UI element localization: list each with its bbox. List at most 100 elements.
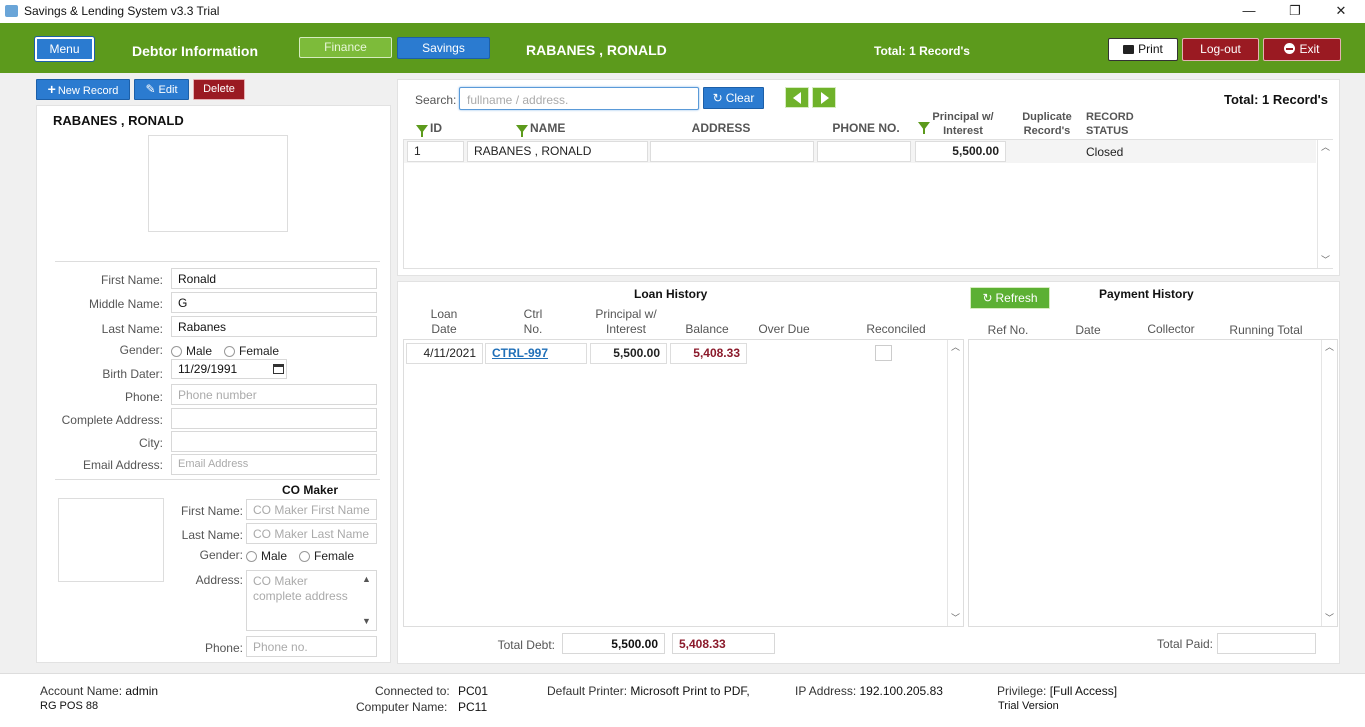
address-label: Complete Address: [61, 413, 163, 427]
col-balance: Balance [685, 322, 729, 336]
birth-date-label: Birth Dater: [102, 367, 163, 381]
account-name: admin [125, 684, 159, 698]
scroll-up-icon[interactable]: ▲ [362, 574, 371, 584]
scroll-up-icon[interactable]: ︿ [948, 340, 963, 354]
col-id[interactable]: ID [416, 121, 442, 137]
loan-history-title: Loan History [634, 287, 708, 301]
reconciled-checkbox[interactable] [875, 345, 892, 361]
col-running-total: Running Total [1229, 323, 1303, 337]
prev-record-button[interactable] [785, 87, 809, 108]
search-input[interactable]: fullname / address. [459, 87, 699, 110]
divider [55, 479, 380, 480]
co-gender-female-radio[interactable]: Female [299, 549, 354, 563]
privilege-value: [Full Access] [1049, 684, 1118, 698]
calendar-icon[interactable] [273, 364, 284, 374]
title-bar: Savings & Lending System v3.3 Trial — ❐ … [0, 0, 1365, 23]
scroll-down-icon[interactable]: ﹀ [1318, 253, 1333, 267]
row-name: RABANES , RONALD [467, 141, 648, 162]
trial-version: Trial Version [998, 700, 1059, 712]
col-loan-date: Loan Date [430, 307, 458, 336]
minimize-button[interactable]: — [1234, 2, 1264, 20]
col-reconciled: Reconciled [866, 322, 926, 336]
loan-scrollbar[interactable]: ︿ ﹀ [947, 340, 963, 626]
next-record-button[interactable] [812, 87, 836, 108]
address-field[interactable] [171, 408, 377, 429]
scroll-down-icon[interactable]: ﹀ [948, 611, 963, 625]
arrow-left-icon [793, 92, 801, 104]
payment-history-title: Payment History [1099, 287, 1194, 301]
printer-info: Default Printer: Microsoft Print to PDF, [547, 684, 750, 698]
scroll-up-icon[interactable]: ︿ [1318, 140, 1333, 154]
table-row[interactable]: 4/11/2021 CTRL-997 5,500.00 5,408.33 [404, 340, 947, 365]
co-first-name-label: First Name: [180, 504, 243, 518]
gender-female-radio[interactable]: Female [224, 344, 279, 358]
privilege-info: Privilege: [Full Access] [997, 684, 1118, 698]
printer-icon [1123, 45, 1135, 54]
status-footer: Account Name: admin RG POS 88 Connected … [0, 673, 1365, 727]
header-total: Total: 1 Record's [874, 44, 970, 58]
radio-icon [246, 551, 257, 562]
scroll-down-icon[interactable]: ▼ [362, 616, 371, 626]
email-field[interactable]: Email Address [171, 454, 377, 475]
clear-button[interactable]: ↻ Clear [703, 87, 764, 109]
row-status: Closed [1086, 145, 1124, 159]
connected-label: Connected to: [375, 684, 450, 698]
edit-button[interactable]: ✎ Edit [134, 79, 189, 100]
col-principal: Principal w/ Interest [932, 111, 994, 137]
gender-male-radio[interactable]: Male [171, 344, 212, 358]
payment-scrollbar[interactable]: ︿ ﹀ [1321, 340, 1337, 626]
col-name[interactable]: NAME [516, 121, 565, 137]
exit-button[interactable]: Exit [1263, 38, 1341, 61]
computer-value: PC11 [458, 700, 488, 714]
last-name-field[interactable]: Rabanes [171, 316, 377, 337]
logout-button[interactable]: Log-out [1182, 38, 1259, 61]
new-record-button[interactable]: + New Record [36, 79, 130, 100]
close-window-button[interactable]: ✕ [1326, 2, 1356, 20]
birth-date-field[interactable]: 11/29/1991 [171, 359, 287, 379]
col-status: RECORD STATUS [1086, 111, 1134, 137]
co-gender-male-radio[interactable]: Male [246, 549, 287, 563]
finance-button[interactable]: Finance [299, 37, 392, 58]
refresh-icon: ↻ [712, 91, 723, 105]
col-phone: PHONE NO. [832, 121, 900, 135]
history-panel: Loan History ↻ Refresh Payment History Lo… [397, 281, 1340, 664]
refresh-icon: ↻ [982, 291, 993, 305]
print-button[interactable]: Print [1108, 38, 1178, 61]
table-row[interactable]: 1 RABANES , RONALD 5,500.00 Closed [404, 140, 1316, 163]
refresh-button[interactable]: ↻ Refresh [970, 287, 1050, 309]
menu-button[interactable]: Menu [35, 37, 94, 61]
co-phone-field[interactable]: Phone no. [246, 636, 377, 657]
maximize-button[interactable]: ❐ [1280, 2, 1310, 20]
co-last-name-field[interactable]: CO Maker Last Name [246, 523, 377, 544]
co-first-name-field[interactable]: CO Maker First Name [246, 499, 377, 520]
last-name-label: Last Name: [101, 322, 163, 336]
debtor-profile-panel: RABANES , RONALD First Name: Ronald Midd… [36, 105, 391, 663]
middle-name-field[interactable]: G [171, 292, 377, 313]
section-title: Debtor Information [132, 43, 258, 59]
co-address-field[interactable]: CO Maker complete address [246, 570, 377, 631]
records-scrollbar[interactable]: ︿ ﹀ [1317, 140, 1333, 268]
delete-button[interactable]: Delete [193, 79, 245, 100]
col-duplicate: Duplicate Record's [1022, 111, 1072, 137]
ctrl-no-link[interactable]: CTRL-997 [485, 343, 587, 364]
search-label: Search: [415, 93, 457, 107]
phone-field[interactable]: Phone number [171, 384, 377, 405]
debtor-photo[interactable] [148, 135, 288, 232]
payment-history-grid [968, 339, 1338, 627]
first-name-field[interactable]: Ronald [171, 268, 377, 289]
connected-value: PC01 [458, 684, 489, 698]
co-last-name-label: Last Name: [181, 528, 243, 542]
savings-button[interactable]: Savings [397, 37, 490, 59]
header-bar: Menu Debtor Information Finance Savings … [0, 23, 1365, 73]
total-paid-label: Total Paid: [1156, 637, 1213, 651]
scroll-up-icon[interactable]: ︿ [1322, 340, 1337, 354]
window-title: Savings & Lending System v3.3 Trial [24, 4, 220, 18]
co-maker-title: CO Maker [282, 483, 339, 497]
col-address: ADDRESS [691, 121, 751, 135]
city-field[interactable] [171, 431, 377, 452]
filter-icon [416, 125, 428, 137]
profile-name: RABANES , RONALD [53, 113, 184, 128]
pos-name: RG POS 88 [40, 700, 99, 712]
co-maker-photo[interactable] [58, 498, 164, 582]
scroll-down-icon[interactable]: ﹀ [1322, 611, 1337, 625]
